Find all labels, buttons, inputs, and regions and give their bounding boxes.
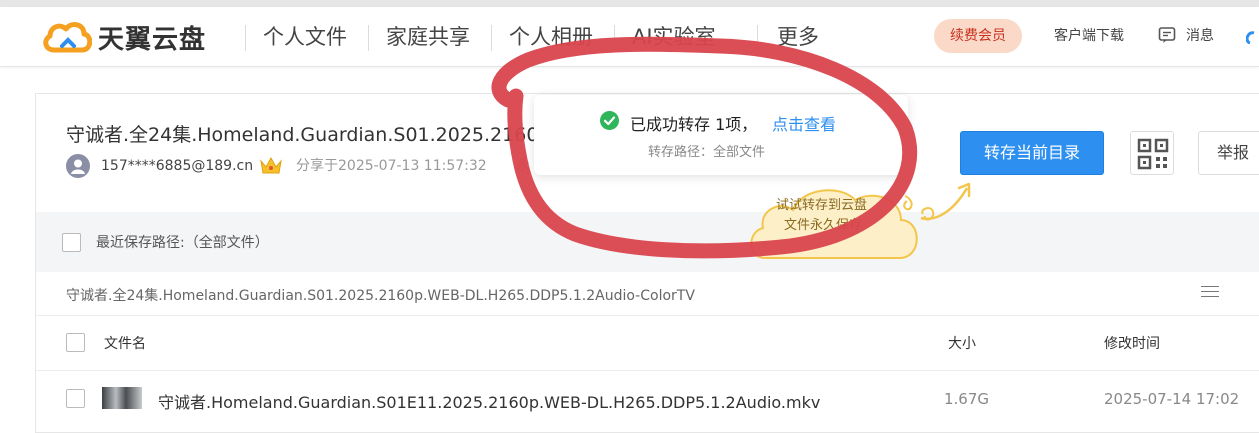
save-to-current-dir-button[interactable]: 转存当前目录 bbox=[960, 131, 1104, 175]
expiry-text: 永 bbox=[516, 158, 530, 174]
nav-ai-lab[interactable]: AI实验室 bbox=[632, 21, 716, 53]
nav-family-share[interactable]: 家庭共享 bbox=[386, 21, 470, 53]
recent-path-checkbox[interactable] bbox=[62, 233, 81, 252]
nav-separator bbox=[614, 25, 615, 51]
success-check-icon bbox=[600, 111, 619, 130]
select-all-checkbox[interactable] bbox=[66, 333, 85, 352]
report-button[interactable]: 举报 bbox=[1198, 131, 1259, 175]
file-modified: 2025-07-14 17:02 bbox=[1104, 390, 1240, 408]
tip-cloud bbox=[750, 182, 971, 259]
video-thumbnail bbox=[102, 387, 142, 409]
nav-separator bbox=[245, 25, 246, 51]
nav-personal-files[interactable]: 个人文件 bbox=[263, 21, 347, 53]
crown-icon bbox=[260, 156, 282, 174]
qr-code-button[interactable] bbox=[1130, 131, 1174, 175]
avatar bbox=[66, 154, 90, 178]
logo-text: 天翼云盘 bbox=[98, 24, 207, 55]
recent-path-label: 最近保存路径:（全部文件） bbox=[96, 235, 269, 251]
file-size: 1.67G bbox=[944, 390, 990, 408]
header: 天翼云盘 个人文件 家庭共享 个人相册 AI实验室 更多 续费会员 客户端下载 … bbox=[0, 7, 1259, 67]
column-header-size[interactable]: 大小 bbox=[948, 333, 976, 353]
column-header-modified[interactable]: 修改时间 bbox=[1104, 333, 1160, 353]
nav-more[interactable]: 更多 bbox=[777, 21, 819, 53]
column-header-name[interactable]: 文件名 bbox=[104, 333, 146, 353]
success-toast bbox=[534, 95, 908, 175]
client-download-link[interactable]: 客户端下载 bbox=[1054, 25, 1124, 47]
tip-line-2: 文件永久保存 bbox=[784, 218, 863, 233]
cloud-app-icon[interactable] bbox=[1246, 23, 1259, 47]
shared-at: 分享于2025-07-13 11:57:32 bbox=[296, 158, 487, 174]
nav-separator bbox=[491, 25, 492, 51]
nav-separator bbox=[757, 25, 758, 51]
user-icon bbox=[71, 159, 85, 174]
top-band bbox=[0, 0, 1259, 7]
divider bbox=[36, 315, 1259, 316]
toast-message: 已成功转存 1项， bbox=[630, 115, 758, 134]
file-name[interactable]: 守诚者.Homeland.Guardian.S01E11.2025.2160p.… bbox=[158, 389, 820, 413]
messages-link[interactable]: 消息 bbox=[1186, 25, 1214, 47]
breadcrumb: 守诚者.全24集.Homeland.Guardian.S01.2025.2160… bbox=[66, 288, 695, 304]
tip-line-1: 试试转存到云盘 bbox=[776, 198, 868, 213]
logo[interactable]: 天翼云盘 bbox=[42, 19, 206, 55]
cloud-logo-icon bbox=[43, 22, 92, 53]
nav-personal-album[interactable]: 个人相册 bbox=[509, 21, 593, 53]
divider bbox=[36, 370, 1259, 371]
sharer-account: 157****6885@189.cn bbox=[101, 158, 254, 174]
message-icon[interactable] bbox=[1158, 26, 1176, 44]
share-title: 守诚者.全24集.Homeland.Guardian.S01.2025.2160 bbox=[66, 124, 539, 146]
row-checkbox[interactable] bbox=[66, 389, 85, 408]
renew-vip-button[interactable]: 续费会员 bbox=[934, 19, 1022, 53]
view-link[interactable]: 点击查看 bbox=[772, 111, 836, 135]
toast-save-path: 转存路径：全部文件 bbox=[648, 145, 766, 160]
nav-separator bbox=[368, 25, 369, 51]
qr-code-icon bbox=[1137, 138, 1169, 170]
menu-icon[interactable] bbox=[1201, 282, 1219, 300]
